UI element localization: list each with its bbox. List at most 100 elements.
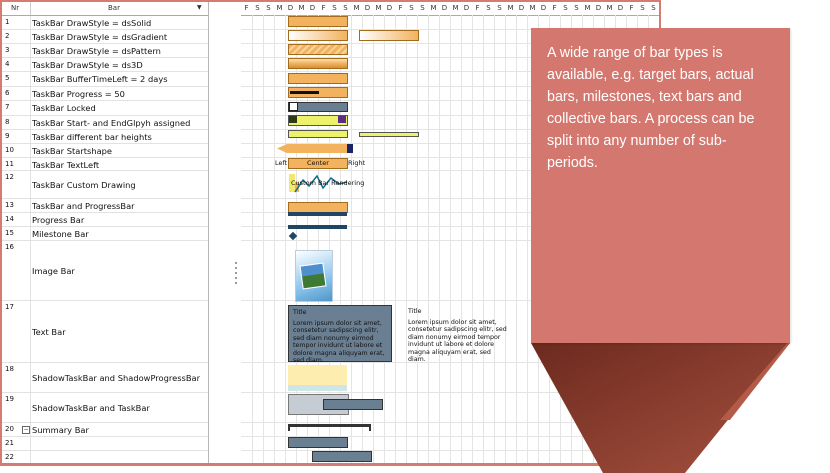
row-label: TaskBar DrawStyle = ds3D [32,60,143,70]
feature-callout: A wide range of bar types is available, … [531,28,790,343]
row-label: ShadowTaskBar and TaskBar [32,403,150,413]
taskbar-short[interactable] [359,132,419,137]
progress-bar[interactable] [288,225,347,229]
day-header: M [507,4,514,12]
grid-line-vertical [428,15,429,463]
table-row[interactable]: 15 Milestone Bar [2,227,208,241]
row-number: 12 [5,173,14,181]
day-header: D [441,4,448,12]
day-header: S [574,4,579,12]
grid-line-vertical [351,15,352,463]
row-number: 10 [5,146,14,154]
column-separator [30,116,31,129]
table-row[interactable]: 14 Progress Bar [2,213,208,227]
table-row[interactable]: 18 ShadowTaskBar and ShadowProgressBar [2,363,208,393]
taskbar-solid[interactable] [288,16,348,27]
column-header-bar[interactable]: Bar [108,4,120,12]
day-header: S [343,4,348,12]
day-header: S [420,4,425,12]
shadow-progressbar[interactable] [288,385,347,391]
day-header: S [640,4,645,12]
day-header: F [629,4,634,12]
row-label: TaskBar DrawStyle = dsGradient [32,32,168,42]
lock-icon [289,102,298,111]
grid-line-vertical [285,15,286,463]
subtask-bar-1[interactable] [288,437,348,448]
summary-bar[interactable] [288,424,371,427]
table-row[interactable]: 12 TaskBar Custom Drawing [2,171,208,199]
column-separator [30,16,31,29]
taskbar-pattern[interactable] [288,44,348,55]
taskbar-overlap[interactable] [323,399,383,410]
table-row[interactable]: 1 TaskBar DrawStyle = dsSolid [2,16,208,30]
day-header: M [606,4,613,12]
grid-line-vertical [494,15,495,463]
bar-text-right: Right [348,159,366,167]
sort-arrow-icon[interactable]: ▼ [197,4,202,11]
table-row[interactable]: 3 TaskBar DrawStyle = dsPattern [2,44,208,58]
taskbar-3d[interactable] [288,58,348,69]
column-separator [30,451,31,463]
table-row[interactable]: 2 TaskBar DrawStyle = dsGradient [2,30,208,44]
taskbar-startshape[interactable] [277,144,347,153]
table-row[interactable]: 8 TaskBar Start- and EndGlpyh assigned [2,116,208,130]
grid-line-vertical [384,15,385,463]
row-label: Milestone Bar [32,229,89,239]
row-number: 13 [5,201,14,209]
subtask-bar-2[interactable] [312,451,372,462]
table-row[interactable]: 9 TaskBar different bar heights [2,130,208,144]
collapse-toggle-icon[interactable]: − [22,426,30,434]
day-header: D [617,4,624,12]
splitter-grip-icon[interactable] [235,262,238,290]
table-row[interactable]: 19 ShadowTaskBar and TaskBar [2,393,208,423]
text-bar-title: Title [293,309,307,316]
taskbar-gradient-2[interactable] [359,30,419,41]
grid-line-horizontal [241,422,659,423]
table-row[interactable]: 17 Text Bar [2,301,208,363]
table-row[interactable]: 21 [2,437,208,451]
column-separator [30,101,31,115]
column-separator[interactable] [30,2,31,15]
row-number: 19 [5,395,14,403]
row-number: 4 [5,60,10,68]
taskbar-tall[interactable] [288,130,348,138]
column-separator [30,437,31,450]
grid-line-vertical [252,15,253,463]
table-row[interactable]: 20 Summary Bar − [2,423,208,437]
day-header: D [364,4,371,12]
grid-line-vertical [373,15,374,463]
summary-bar-left-cap [288,427,290,431]
table-row[interactable]: 7 TaskBar Locked [2,101,208,116]
table-row[interactable]: 10 TaskBar Startshape [2,144,208,158]
image-bar-photo [299,262,327,290]
column-separator [30,30,31,43]
table-row[interactable]: 11 TaskBar TextLeft [2,158,208,171]
text-bar-plain-title: Title [408,308,422,315]
column-separator [30,423,31,436]
row-number: 14 [5,215,14,223]
text-bar-plain[interactable]: Title Lorem ipsum dolor sit amet, conset… [408,308,508,364]
table-row[interactable]: 22 [2,451,208,463]
row-number: 11 [5,160,14,168]
grid-line-vertical [527,15,528,463]
progressbar-under-task[interactable] [288,212,347,216]
row-number: 16 [5,243,14,251]
day-header: S [497,4,502,12]
text-bar-box[interactable]: Title Lorem ipsum dolor sit amet, conset… [288,305,392,364]
taskbar-buffer[interactable] [288,73,348,84]
column-header-nr[interactable]: Nr [11,4,19,12]
grid-line-vertical [505,15,506,463]
table-row[interactable]: 13 TaskBar and ProgressBar [2,199,208,213]
table-row[interactable]: 6 TaskBar Progress = 50 [2,87,208,101]
table-row[interactable]: 16 Image Bar [2,241,208,301]
row-number: 6 [5,89,10,97]
table-row[interactable]: 4 TaskBar DrawStyle = ds3D [2,58,208,72]
summary-bar-right-cap [369,427,371,431]
row-label: Progress Bar [32,215,85,225]
grid-line-vertical [362,15,363,463]
taskbar-gradient[interactable] [288,30,348,41]
table-row[interactable]: 5 TaskBar BufferTimeLeft = 2 days [2,72,208,87]
shadow-taskbar[interactable] [288,365,347,385]
day-header: M [529,4,536,12]
grid-line-vertical [439,15,440,463]
